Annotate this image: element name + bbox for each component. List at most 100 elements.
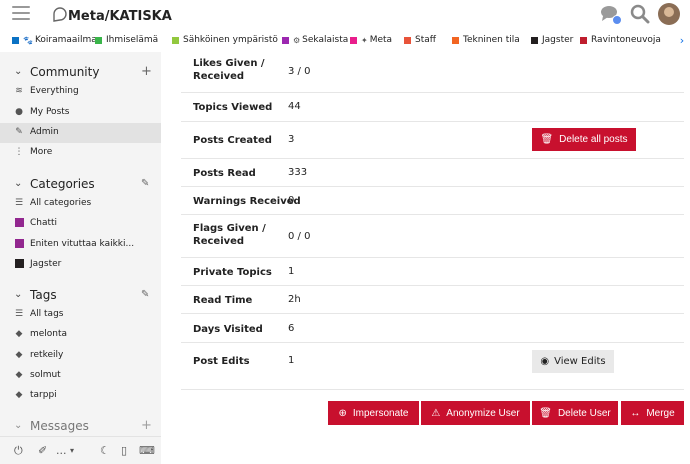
category-label: Ihmiselämä [106,35,159,45]
stat-label: Flags Given / Received [193,223,266,247]
tag-icon: ◆ [15,390,23,400]
eye-icon: ◉ [540,356,550,367]
category-swatch [95,36,102,44]
button-label: Delete User [557,407,611,419]
mobile-icon[interactable]: ▯ [121,444,127,457]
stat-value: 2h [288,294,301,305]
plus-icon[interactable]: + [141,418,152,433]
site-title[interactable]: Meta/KATISKA [68,9,172,24]
sidebar-item-label: My Posts [30,107,70,117]
sidebar-item-more[interactable]: ⋮ More [0,143,161,163]
impersonate-button[interactable]: ⊕ Impersonate [328,401,419,425]
chevron-right-icon[interactable]: › [674,32,690,50]
sidebar-item-my-posts[interactable]: ● My Posts [0,103,161,123]
category-swatch [452,36,459,44]
pencil-icon[interactable]: ✎ [141,289,149,300]
moon-icon[interactable]: ☾ [100,444,110,457]
category-link[interactable]: Jagster [531,35,573,45]
category-link[interactable]: Ravintoneuvoja [580,35,661,45]
chevron-down-icon[interactable]: ⌄ [14,178,22,189]
sidebar-section-tags[interactable]: ⌄ Tags ✎ [0,287,161,305]
category-link[interactable]: ⚙ Sekalaista [282,35,348,45]
list-icon: ☰ [14,309,24,319]
sidebar-section-messages[interactable]: ⌄ Messages + [0,418,161,436]
button-label: Impersonate [352,407,409,419]
category-swatch [350,36,357,44]
category-link[interactable]: Tekninen tila [452,35,520,45]
sidebar-section-categories[interactable]: ⌄ Categories ✎ [0,176,161,194]
ellipsis-icon: ⋮ [14,147,24,157]
category-link[interactable]: Staff [404,35,436,45]
gear-icon: ⚙ [293,35,301,45]
sidebar-item-admin[interactable]: ✎ Admin [0,123,161,143]
keyboard-icon[interactable]: ⌨ [139,444,155,457]
sidebar-item-tag-tarppi[interactable]: ◆ tarppi [0,386,161,406]
sidebar-item-tag-melonta[interactable]: ◆ melonta [0,325,161,345]
section-title: Messages [30,419,89,433]
section-title: Tags [30,288,57,302]
sidebar-footer: ⏻ ✐ ... ▾ ☾ ▯ ⌨ [0,436,161,464]
chevron-down-icon[interactable]: ▾ [70,446,74,455]
category-label: Sekalaista [302,35,349,45]
category-label: Ravintoneuvoja [591,35,661,45]
category-link[interactable]: ✦ Meta [350,35,392,45]
sidebar-section-community[interactable]: ⌄ Community + [0,64,161,82]
merge-button[interactable]: ↔ Merge [621,401,684,425]
warning-icon: ⚠ [431,407,441,419]
view-edits-button[interactable]: ◉ View Edits [532,350,614,373]
chevron-down-icon[interactable]: ⌄ [14,420,22,431]
sidebar-item-tag-retkeily[interactable]: ◆ retkeily [0,346,161,366]
stat-value: 3 [288,134,295,145]
category-label: Jagster [542,35,574,45]
pencil-icon[interactable]: ✎ [141,178,149,189]
anonymize-user-button[interactable]: ⚠ Anonymize User [421,401,530,425]
chevron-down-icon[interactable]: ⌄ [14,66,22,77]
category-link[interactable]: Sähköinen ympäristö [172,35,278,45]
paw-icon: 🐾 [23,35,33,45]
stat-row-post-edits: Post Edits 1 ◉ View Edits [181,343,684,381]
category-link[interactable]: Ihmiselämä [95,35,158,45]
delete-all-posts-button[interactable]: 🗑 Delete all posts [532,128,636,151]
sidebar-item-jagster[interactable]: Jagster [0,255,161,275]
more-menu[interactable]: ... [56,444,67,457]
crosshair-icon: ⊕ [338,407,347,419]
category-bar: 🐾 Koiramaailma Ihmiselämä Sähköinen ympär… [0,32,690,50]
hamburger-menu-icon[interactable] [12,6,30,22]
sidebar-item-all-categories[interactable]: ☰ All categories [0,194,161,214]
stat-value: 3 / 0 [288,66,311,77]
power-icon[interactable]: ⏻ [14,444,23,458]
notification-dot [612,15,622,25]
sidebar-item-everything[interactable]: ≋ Everything [0,82,161,102]
sidebar-item-label: solmut [30,370,61,380]
stat-row-days-visited: Days Visited 6 [181,314,684,343]
sidebar-item-eniten-vituttaa[interactable]: Eniten vituttaa kaikki... [0,235,161,255]
category-swatch [172,36,179,44]
sidebar-item-label: retkeily [30,350,64,360]
category-badge-icon [14,239,24,249]
brush-icon[interactable]: ✐ [38,444,47,457]
sidebar-item-chatti[interactable]: Chatti [0,214,161,234]
category-label: Meta [369,35,393,45]
sidebar-item-label: Eniten vituttaa kaikki... [30,239,135,249]
list-icon: ☰ [14,198,24,208]
stat-label: Posts Read [193,168,256,179]
site-logo-icon[interactable] [50,4,70,24]
user-avatar[interactable] [658,3,680,25]
sidebar-item-label: Jagster [30,259,62,269]
sidebar-item-tag-solmut[interactable]: ◆ solmut [0,366,161,386]
button-label: View Edits [554,356,606,367]
delete-user-button[interactable]: 🗑 Delete User [532,401,618,425]
plus-icon[interactable]: + [141,64,152,79]
category-link[interactable]: 🐾 Koiramaailma [12,35,97,45]
tag-icon: ◆ [15,370,23,380]
stat-label: Read Time [193,295,253,306]
sidebar-item-all-tags[interactable]: ☰ All tags [0,305,161,325]
trash-icon: 🗑 [540,134,554,145]
tag-icon: ◆ [15,350,23,360]
stat-label: Posts Created [193,135,272,146]
stat-row-posts-read: Posts Read 333 [181,159,684,187]
sidebar-item-label: Admin [30,127,59,137]
search-icon[interactable] [630,4,650,24]
stat-row-flags: Flags Given / Received 0 / 0 [181,215,684,258]
chevron-down-icon[interactable]: ⌄ [14,289,22,300]
